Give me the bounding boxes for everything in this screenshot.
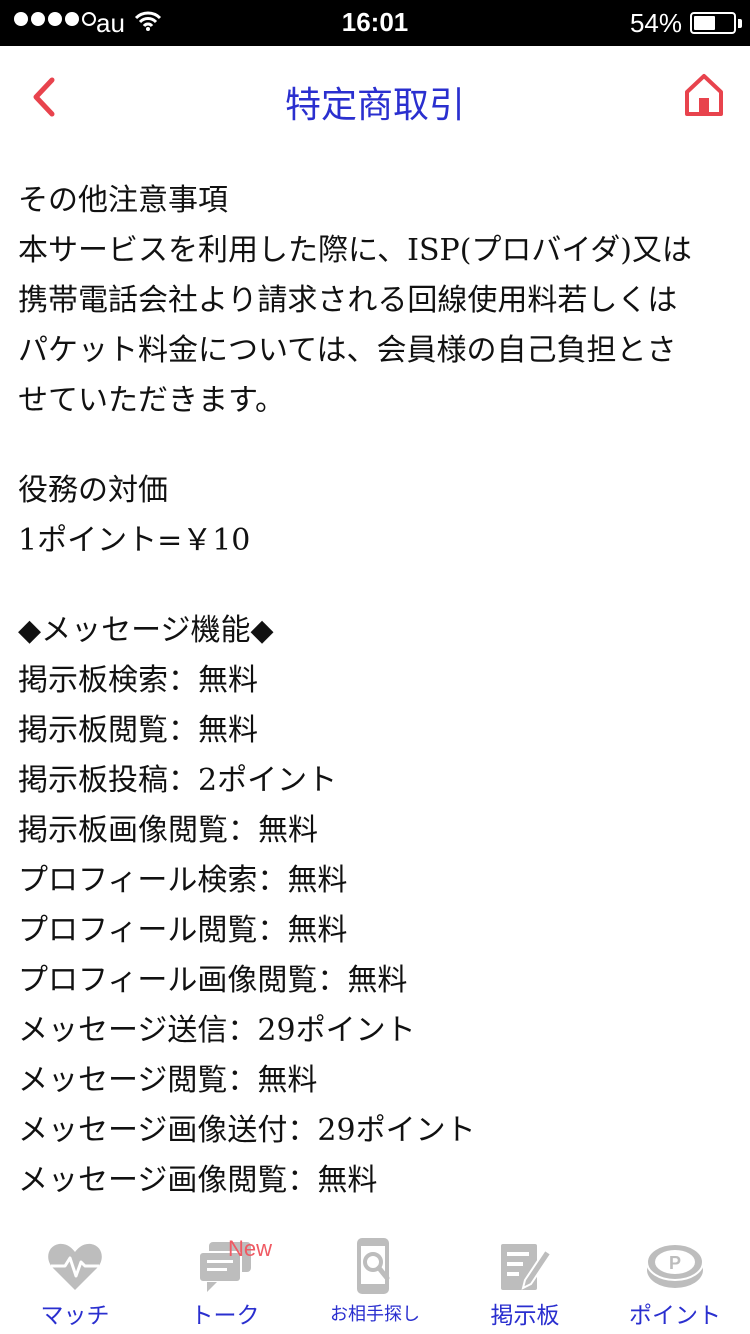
section-heading-price: 役務の対価	[18, 473, 168, 508]
svg-text:P: P	[669, 1253, 681, 1273]
fee-item: 掲示板検索：無料	[18, 663, 258, 698]
content-body: その他注意事項 本サービスを利用した際に、ISP(プロバイダ)又は 携帯電話会社…	[18, 176, 734, 1206]
tab-label: マッチ	[40, 1303, 110, 1329]
price-value: 1ポイント=￥10	[18, 523, 251, 558]
fee-item: メッセージ画像閲覧：無料	[18, 1163, 378, 1198]
navigation-bar: 特定商取引	[0, 46, 750, 156]
board-pen-icon	[501, 1244, 553, 1290]
notes-line: 本サービスを利用した際に、ISP(プロバイダ)又は	[18, 233, 692, 268]
notes-line: 携帯電話会社より請求される回線使用料若しくは	[18, 283, 678, 318]
fee-item: 掲示板閲覧：無料	[18, 713, 258, 748]
tab-points[interactable]: P ポイント	[600, 1230, 750, 1334]
phone-search-icon	[357, 1238, 390, 1294]
fee-item: メッセージ画像送付：29ポイント	[18, 1113, 476, 1148]
fee-item: 掲示板画像閲覧：無料	[18, 813, 318, 848]
tab-label: トーク	[190, 1303, 260, 1329]
battery-icon	[690, 12, 736, 34]
fee-item: プロフィール検索：無料	[18, 863, 348, 898]
tab-talk[interactable]: New トーク	[150, 1230, 300, 1334]
tab-label: 掲示板	[490, 1303, 560, 1329]
new-badge: New	[228, 1236, 273, 1261]
fee-item: プロフィール画像閲覧：無料	[18, 963, 408, 998]
heart-pulse-icon	[48, 1243, 102, 1290]
fee-item: メッセージ閲覧：無料	[18, 1063, 318, 1098]
status-bar: au 16:01 54%	[0, 0, 750, 46]
tab-label: お相手探し	[330, 1304, 420, 1325]
tab-board[interactable]: 掲示板	[450, 1230, 600, 1334]
battery-percent: 54%	[629, 8, 682, 38]
tab-bar: マッチ New トーク お相手探し 掲示板 P ポイント	[0, 1230, 750, 1334]
section-heading-notes: その他注意事項	[18, 183, 228, 218]
page-title: 特定商取引	[284, 85, 465, 126]
tab-match[interactable]: マッチ	[0, 1230, 150, 1334]
tab-partner-search[interactable]: お相手探し	[300, 1230, 450, 1334]
tab-label: ポイント	[629, 1303, 721, 1329]
notes-line: せていただきます。	[18, 383, 285, 418]
section-heading-message-features: ◆メッセージ機能◆	[18, 613, 274, 648]
notes-line: パケット料金については、会員様の自己負担とさ	[18, 333, 677, 368]
fee-item: メッセージ送信：29ポイント	[18, 1013, 416, 1048]
fee-item: 掲示板投稿：2ポイント	[18, 763, 338, 798]
point-coin-icon: P	[646, 1243, 704, 1288]
home-icon[interactable]	[682, 70, 726, 120]
fee-item: プロフィール閲覧：無料	[18, 913, 348, 948]
